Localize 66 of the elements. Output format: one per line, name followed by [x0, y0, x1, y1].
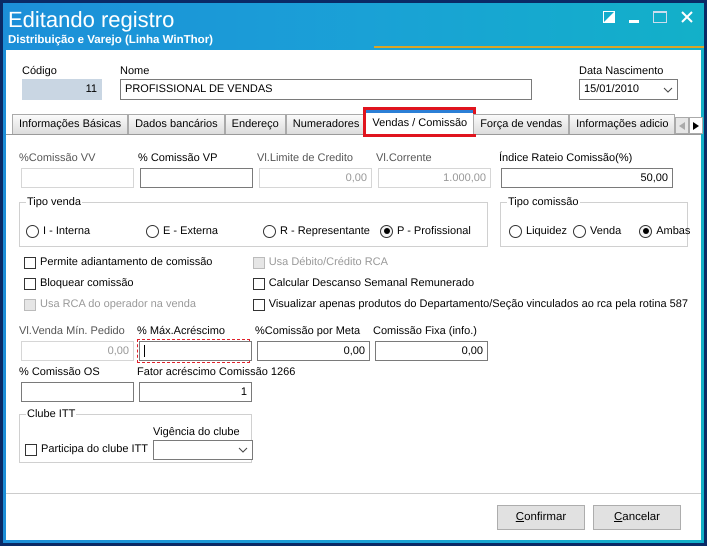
field-label: Data Nascimento [579, 64, 664, 79]
tab[interactable]: Dados bancários [128, 114, 225, 134]
radio-button[interactable] [263, 224, 276, 238]
close-icon[interactable] [681, 11, 693, 23]
field-label: Fator acréscimo Comissão 1266 [137, 365, 296, 380]
radio-label[interactable]: E - Externa [163, 223, 218, 240]
tab[interactable]: Informações adicio [569, 114, 676, 134]
field-label: Vl.Limite de Credito [257, 151, 354, 166]
input-field[interactable]: 0,00 [257, 341, 370, 361]
tab[interactable]: Endereço [224, 114, 286, 134]
minimize-icon[interactable] [629, 20, 639, 22]
checkbox-option[interactable]: Permite adiantamento de comissão [24, 252, 253, 273]
input-field[interactable] [140, 168, 253, 188]
chevron-down-icon [238, 447, 248, 453]
input-field[interactable]: 1 [139, 382, 252, 402]
tab[interactable]: Força de vendas [473, 114, 570, 134]
radio-button[interactable] [146, 224, 159, 238]
field-label: Código [22, 64, 58, 79]
radio-label[interactable]: Liquidez [526, 223, 567, 240]
text-cursor-icon [144, 345, 145, 357]
checkbox-option[interactable]: Calcular Descanso Semanal Remunerado [252, 273, 688, 294]
radio-button[interactable] [380, 224, 393, 238]
scroll-right-button[interactable] [689, 117, 704, 134]
radio-label[interactable]: I - Interna [43, 223, 90, 240]
input-field[interactable]: 0,00 [375, 341, 488, 361]
window-title: Editando registro [8, 7, 176, 33]
dialog-button[interactable]: Confirmar [497, 505, 585, 530]
field-label: % Comissão VP [138, 151, 218, 166]
tab[interactable]: Informações Básicas [12, 114, 128, 134]
dialog-button[interactable]: Cancelar [593, 505, 681, 530]
chevron-down-icon [663, 86, 673, 92]
tab[interactable]: Vendas / Comissão [366, 110, 474, 134]
checkbox-option[interactable]: Participa do clube ITT [25, 439, 148, 460]
field-label: % Comissão OS [19, 365, 101, 380]
group-title: Tipo venda [26, 195, 82, 209]
radio-label[interactable]: P - Profissional [397, 223, 471, 240]
field-label: Índice Rateio Comissão(%) [499, 151, 634, 166]
field-label: %Comissão por Meta [255, 324, 362, 339]
input-field[interactable] [21, 382, 134, 402]
window-subtitle: Distribuição e Varejo (Linha WinThor) [8, 33, 214, 47]
radio-label[interactable]: Ambas [656, 223, 690, 240]
triangle-right-icon [693, 122, 700, 130]
input-field[interactable]: PROFISSIONAL DE VENDAS [120, 79, 532, 100]
restore-icon[interactable] [603, 11, 615, 23]
field-label: Vl.Venda Mín. Pedido [19, 324, 126, 339]
field-label: Comissão Fixa (info.) [373, 324, 478, 339]
radio-label[interactable]: Venda [590, 223, 622, 240]
radio-label[interactable]: R - Representante [280, 223, 370, 240]
field-label: %Comissão VV [19, 151, 96, 166]
radio-button[interactable] [26, 224, 39, 238]
checkbox-option[interactable]: Bloquear comissão [24, 273, 253, 294]
input-field[interactable]: 11 [22, 79, 102, 100]
field-label: % Máx.Acréscimo [137, 324, 226, 339]
checkbox-option[interactable]: Visualizar apenas produtos do Departamento/Seção vinculados ao rca pela rotina 587 [252, 294, 688, 315]
input-field[interactable]: 50,00 [501, 168, 673, 188]
group-title: Tipo comissão [507, 195, 580, 209]
radio-button[interactable] [509, 224, 522, 238]
input-field[interactable] [139, 341, 252, 361]
field-label: Vl.Corrente [376, 151, 433, 166]
dropdown[interactable] [153, 440, 253, 460]
triangle-left-icon [679, 122, 686, 130]
field-label: Vigência do clube [153, 425, 241, 440]
radio-button[interactable] [639, 224, 652, 238]
radio-button[interactable] [572, 224, 586, 238]
field-label: Nome [120, 64, 150, 79]
date-picker[interactable]: 15/01/2010 [579, 79, 678, 100]
